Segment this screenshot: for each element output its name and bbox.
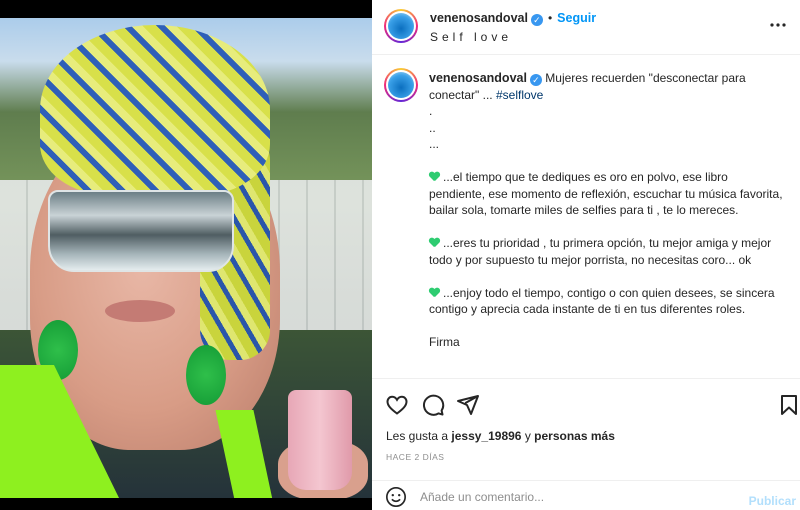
author-username[interactable]: venenosandoval xyxy=(430,11,528,25)
caption-dot-1: . xyxy=(429,104,433,118)
caption-gap xyxy=(429,153,784,170)
caption-paragraph-2-text: ...eres tu prioridad , tu primera opción… xyxy=(429,236,772,267)
separator-dot: • xyxy=(547,11,553,25)
caption-paragraph-1: ...el tiempo que te dediques es oro en p… xyxy=(429,169,784,219)
post-subtitle: Self love xyxy=(430,30,513,44)
caption-paragraph-1-text: ...el tiempo que te dediques es oro en p… xyxy=(429,170,783,217)
photo-letterbox-top xyxy=(0,0,372,18)
liked-by-user[interactable]: jessy_19896 xyxy=(451,429,521,443)
caption-paragraph-3-text: ...enjoy todo el tiempo, contigo o con q… xyxy=(429,285,775,317)
publish-button[interactable]: Publicar xyxy=(749,494,796,508)
comment-input[interactable] xyxy=(420,488,740,506)
hashtag-link[interactable]: #selflove xyxy=(496,88,543,102)
likes-prefix: Les gusta a xyxy=(386,429,449,443)
post-actions: Les gusta a jessy_19896 y personas más H… xyxy=(372,378,800,470)
comment-bar: Publicar xyxy=(372,480,800,510)
smiley-icon[interactable] xyxy=(385,486,407,508)
caption-text: venenosandoval ✓ Mujeres recuerden "desco… xyxy=(429,70,784,351)
post-timestamp[interactable]: HACE 2 DÍAS xyxy=(386,452,444,462)
follow-button[interactable]: Seguir xyxy=(557,11,596,25)
caption-gap xyxy=(429,268,784,285)
verified-badge-icon: ✓ xyxy=(530,14,543,26)
sunglasses xyxy=(48,190,234,272)
caption-intro-line: venenosandoval ✓ Mujeres recuerden "desco… xyxy=(429,70,784,103)
post-photo[interactable] xyxy=(0,0,372,510)
post-side-panel: venenosandoval ✓ • Seguir Self love venenos… xyxy=(372,0,800,510)
headscarf xyxy=(40,25,270,195)
lips xyxy=(105,300,175,322)
caption-signature: Firma xyxy=(429,335,460,349)
likes-count-link[interactable]: personas más xyxy=(534,429,615,443)
likes-joiner: y xyxy=(524,429,531,443)
caption-area: venenosandoval ✓ Mujeres recuerden "desco… xyxy=(372,56,800,378)
likes-summary: Les gusta a jessy_19896 y personas más xyxy=(386,429,615,443)
neon-strap xyxy=(215,410,273,500)
share-icon[interactable] xyxy=(456,393,480,417)
caption-gap xyxy=(429,318,784,335)
post-header: venenosandoval ✓ • Seguir Self love xyxy=(372,0,800,55)
green-heart-icon xyxy=(429,172,440,182)
caption-author-avatar[interactable] xyxy=(384,68,418,102)
more-horizontal-icon[interactable] xyxy=(770,15,786,27)
caption-paragraph-3: ...enjoy todo el tiempo, contigo o con q… xyxy=(429,285,784,318)
author-avatar[interactable] xyxy=(384,9,418,43)
verified-badge-icon: ✓ xyxy=(529,74,542,86)
pink-cup xyxy=(288,390,352,490)
green-heart-icon xyxy=(429,238,440,248)
heart-icon[interactable] xyxy=(385,393,409,417)
caption-username[interactable]: venenosandoval xyxy=(429,71,527,85)
earring-right xyxy=(186,345,226,405)
bookmark-icon[interactable] xyxy=(777,393,800,417)
caption-dot-2: .. xyxy=(429,120,436,135)
caption-dot-3: ... xyxy=(429,137,440,151)
green-heart-icon xyxy=(429,288,440,298)
author-line: venenosandoval ✓ • Seguir xyxy=(430,11,596,26)
caption-gap xyxy=(429,219,784,236)
photo-letterbox-bottom xyxy=(0,498,372,510)
comment-icon[interactable] xyxy=(421,393,445,417)
instagram-post-view: venenosandoval ✓ • Seguir Self love venenos… xyxy=(0,0,800,510)
caption-paragraph-2: ...eres tu prioridad , tu primera opción… xyxy=(429,235,784,268)
